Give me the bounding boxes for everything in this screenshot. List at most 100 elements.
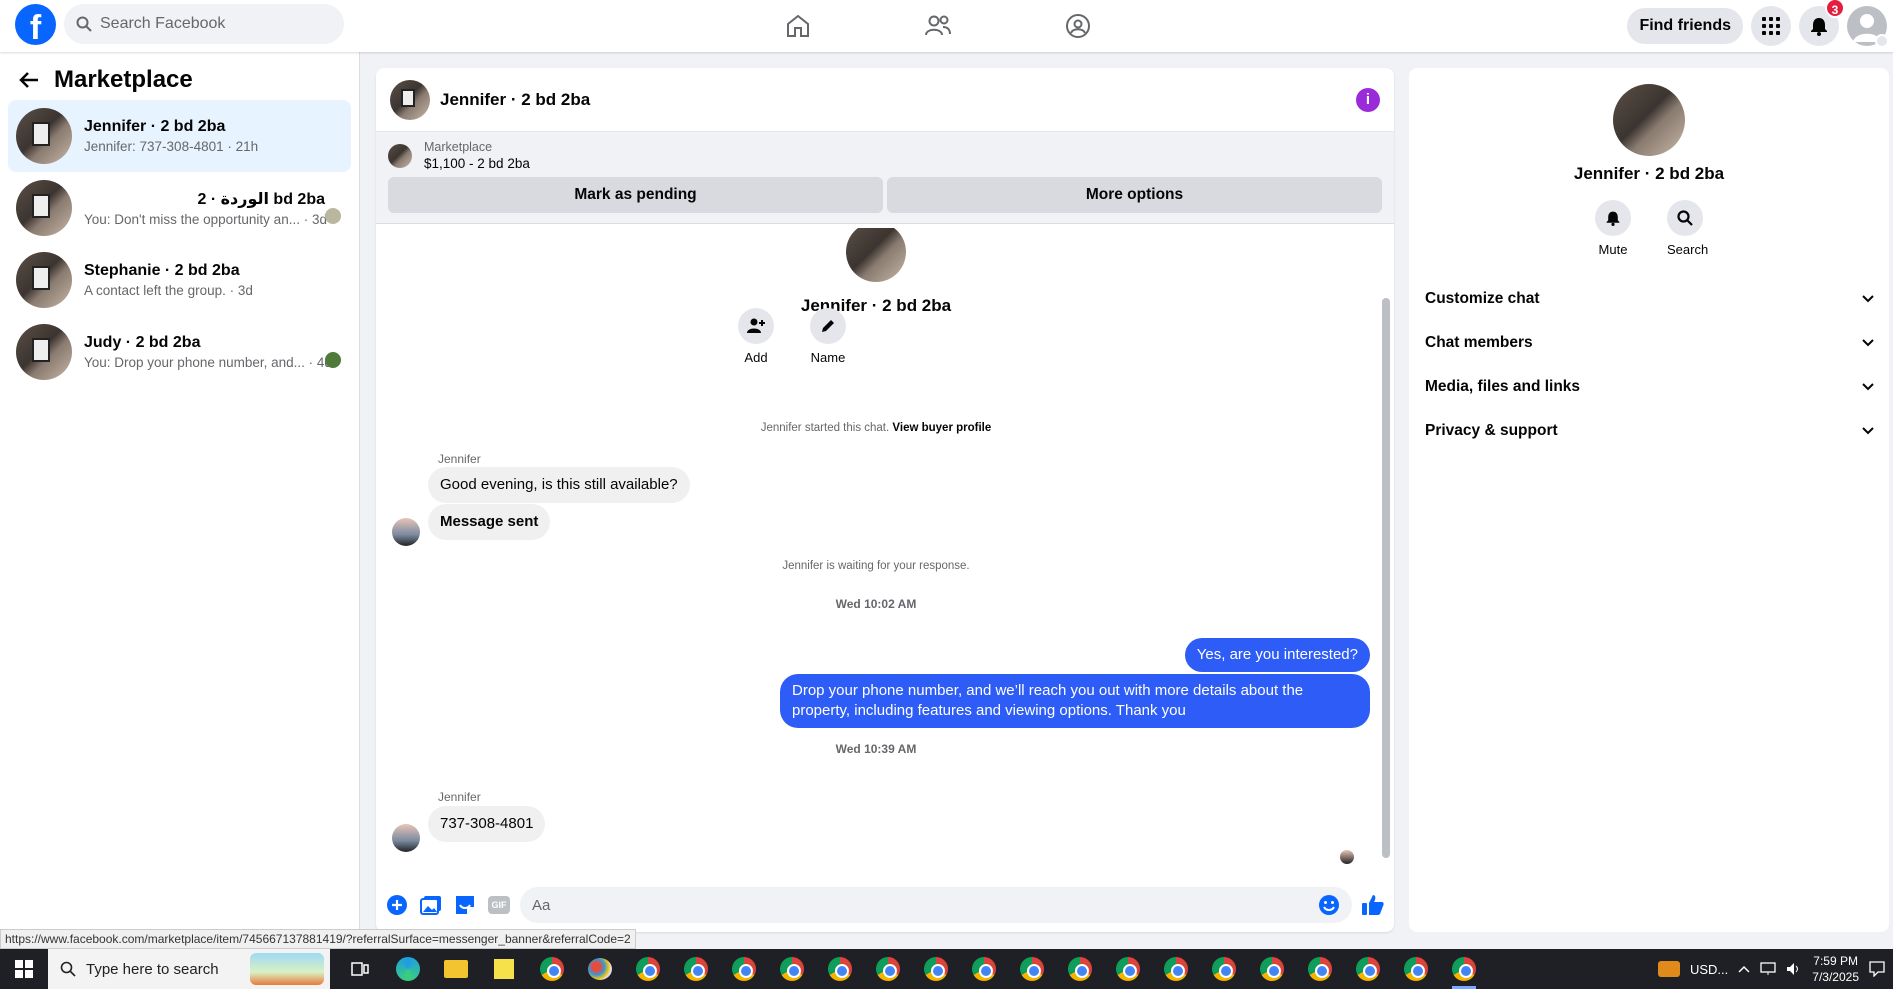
message-input-placeholder: Aa	[532, 896, 551, 914]
edit-name-button[interactable]: Name	[788, 308, 868, 365]
marketplace-banner: Marketplace $1,100 - 2 bd 2ba Mark as pe…	[376, 132, 1394, 224]
mute-button[interactable]: Mute	[1595, 200, 1631, 257]
chrome-app-icon[interactable]	[1200, 949, 1248, 989]
message-list[interactable]: Jennifer · 2 bd 2ba Add Name Jennifer st…	[376, 228, 1394, 866]
waiting-notice: Jennifer is waiting for your response.	[782, 560, 970, 572]
chat-title[interactable]: Jennifer · 2 bd 2ba	[440, 90, 1346, 110]
sticker-icon[interactable]	[452, 892, 478, 918]
facebook-logo-icon[interactable]: f	[15, 4, 56, 45]
read-receipt-avatar	[1340, 850, 1354, 864]
notification-center-icon[interactable]	[1869, 961, 1885, 977]
conversation-item[interactable]: Jennifer · 2 bd 2ba Jennifer: 737-308-48…	[8, 100, 351, 172]
chrome-app-icon[interactable]	[1392, 949, 1440, 989]
outgoing-message[interactable]: Drop your phone number, and we’ll reach …	[780, 674, 1370, 728]
chat-header-thumbnail[interactable]	[390, 79, 430, 120]
chrome-app-icon[interactable]	[528, 949, 576, 989]
more-options-button[interactable]: More options	[887, 177, 1382, 213]
paint-app-icon[interactable]	[576, 949, 624, 989]
volume-icon[interactable]	[1786, 962, 1802, 976]
chrome-app-icon[interactable]	[960, 949, 1008, 989]
notifications-button[interactable]: 3	[1799, 0, 1845, 46]
banner-label: Marketplace	[424, 140, 493, 154]
chrome-app-icon[interactable]	[1104, 949, 1152, 989]
conversation-preview: Jennifer: 737-308-4801 · 21h	[84, 139, 259, 154]
taskbar-search-input[interactable]: Type here to search	[48, 949, 330, 989]
search-facebook-input[interactable]: Search Facebook	[64, 4, 344, 44]
chrome-app-icon[interactable]	[1152, 949, 1200, 989]
details-avatar[interactable]	[1613, 84, 1685, 156]
task-view-icon[interactable]	[336, 949, 384, 989]
search-placeholder: Search Facebook	[100, 15, 226, 32]
incoming-message[interactable]: 737-308-4801	[428, 806, 546, 842]
listing-thumbnail	[16, 324, 72, 380]
bell-icon	[1606, 211, 1620, 226]
chrome-app-icon[interactable]	[1296, 949, 1344, 989]
conversation-name: Stephanie · 2 bd 2ba	[84, 262, 240, 279]
chrome-app-icon[interactable]	[720, 949, 768, 989]
chrome-app-icon[interactable]	[1008, 949, 1056, 989]
system-tray: USD... 7:59 PM 7/3/2025	[1657, 949, 1893, 989]
currency-widget-icon[interactable]	[1657, 961, 1680, 977]
taskbar-clock[interactable]: 7:59 PM 7/3/2025	[1812, 953, 1859, 985]
message-scrollbar[interactable]	[1382, 236, 1390, 858]
mark-as-pending-button[interactable]: Mark as pending	[388, 177, 883, 213]
sender-avatar	[392, 824, 420, 852]
friends-icon[interactable]	[916, 4, 960, 48]
photo-icon[interactable]	[418, 892, 444, 918]
chrome-app-icon[interactable]	[912, 949, 960, 989]
thumbs-up-icon[interactable]	[1360, 892, 1386, 918]
chrome-app-icon[interactable]	[624, 949, 672, 989]
conversation-item[interactable]: الوردة · 2 bd 2ba You: Don't miss the op…	[8, 172, 351, 244]
currency-widget-label[interactable]: USD...	[1690, 962, 1728, 977]
emoji-icon[interactable]	[1318, 894, 1340, 916]
groups-icon[interactable]	[1056, 4, 1100, 48]
conversation-preview: A contact left the group. · 3d	[84, 283, 253, 298]
privacy-support-section[interactable]: Privacy & support	[1409, 409, 1889, 453]
info-icon[interactable]: i	[1356, 87, 1380, 112]
home-icon[interactable]	[776, 4, 820, 48]
banner-price[interactable]: $1,100 - 2 bd 2ba	[424, 156, 530, 171]
chevron-down-icon	[1862, 339, 1874, 347]
sender-avatar	[392, 518, 420, 546]
media-files-links-section[interactable]: Media, files and links	[1409, 365, 1889, 409]
conversation-name: الوردة · 2 bd 2ba	[197, 191, 325, 208]
outgoing-message[interactable]: Yes, are you interested?	[1184, 638, 1370, 672]
windows-start-icon[interactable]	[0, 949, 48, 989]
find-friends-button[interactable]: Find friends	[1627, 8, 1743, 44]
add-person-icon	[747, 318, 765, 333]
chrome-app-icon[interactable]	[1248, 949, 1296, 989]
network-icon[interactable]	[1760, 962, 1776, 976]
timestamp: Wed 10:39 AM	[835, 742, 917, 756]
chat-profile-avatar	[846, 228, 906, 282]
incoming-message[interactable]: Good evening, is this still available?	[428, 467, 690, 503]
plus-circle-icon[interactable]	[384, 892, 410, 918]
chrome-app-icon[interactable]	[768, 949, 816, 989]
conversation-item[interactable]: Judy · 2 bd 2ba You: Drop your phone num…	[8, 316, 351, 388]
chevron-up-icon[interactable]	[1738, 965, 1750, 973]
section-label: Media, files and links	[1425, 378, 1581, 395]
profile-avatar-button[interactable]	[1847, 6, 1889, 48]
add-people-button[interactable]: Add	[716, 308, 796, 365]
chrome-app-icon[interactable]	[864, 949, 912, 989]
chrome-app-icon[interactable]	[816, 949, 864, 989]
timestamp: Wed 10:02 AM	[835, 597, 917, 611]
chrome-app-icon[interactable]	[1056, 949, 1104, 989]
search-icon	[60, 961, 76, 977]
conversation-item[interactable]: Stephanie · 2 bd 2ba A contact left the …	[8, 244, 351, 316]
customize-chat-section[interactable]: Customize chat	[1409, 277, 1889, 321]
sticky-notes-icon[interactable]	[480, 949, 528, 989]
menu-grid-button[interactable]	[1751, 6, 1791, 46]
chat-members-section[interactable]: Chat members	[1409, 321, 1889, 365]
chrome-app-icon[interactable]	[672, 949, 720, 989]
search-in-chat-button[interactable]: Search	[1667, 200, 1708, 257]
gif-icon[interactable]: GIF	[486, 892, 512, 918]
message-input[interactable]: Aa	[520, 887, 1352, 923]
incoming-message[interactable]: Message sent	[428, 504, 551, 540]
scrollbar-thumb[interactable]	[1382, 298, 1390, 858]
chrome-app-icon[interactable]	[1344, 949, 1392, 989]
file-explorer-icon[interactable]	[432, 949, 480, 989]
view-buyer-profile-link[interactable]: View buyer profile	[892, 422, 991, 434]
chrome-app-icon-active[interactable]	[1440, 949, 1488, 989]
back-arrow-icon[interactable]	[18, 69, 40, 91]
edge-browser-icon[interactable]	[384, 949, 432, 989]
